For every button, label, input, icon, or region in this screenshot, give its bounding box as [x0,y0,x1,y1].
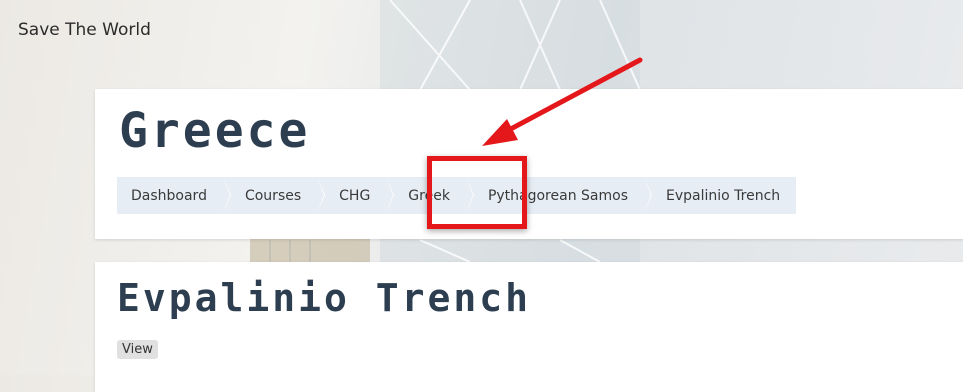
breadcrumb-item-chg[interactable]: CHG [317,177,395,214]
breadcrumb-item-dashboard[interactable]: Dashboard [117,177,231,214]
site-name[interactable]: Save The World [18,20,151,40]
view-tab[interactable]: View [117,340,158,359]
highlight-box [427,156,527,229]
breadcrumb-item-courses[interactable]: Courses [223,177,326,214]
activity-title: Evpalinio Trench [117,276,532,320]
breadcrumb-item-evpalinio-trench[interactable]: Evpalinio Trench [644,177,796,214]
page-title: Greece [119,103,311,159]
main-content-card: Evpalinio Trench View [95,262,963,392]
page-header-card: Greece Dashboard Courses CHG Greek Pytha… [95,89,963,239]
